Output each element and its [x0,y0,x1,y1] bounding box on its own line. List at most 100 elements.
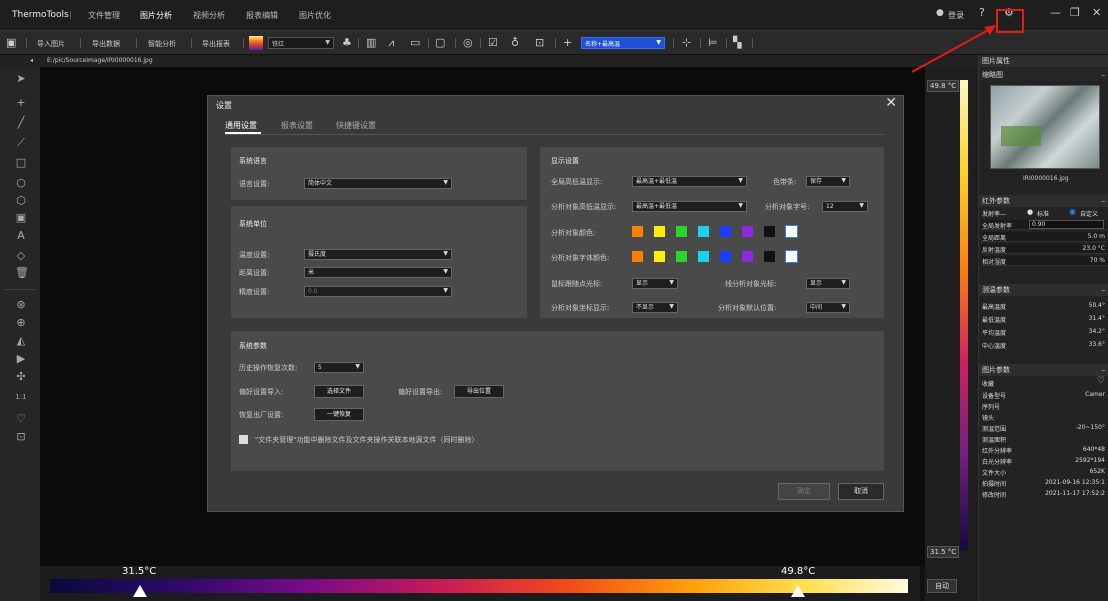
line-cursor-select[interactable]: 显示 ▼ [806,278,850,289]
tab-image-analysis[interactable]: 图片分析 [140,10,172,21]
tab-image-optimize[interactable]: 图片优化 [299,10,331,21]
help-icon[interactable]: ? [979,6,985,19]
radio-standard-icon[interactable]: ● [1027,208,1033,216]
rotate-icon[interactable]: ⊕ [15,317,27,329]
tab-file-manage[interactable]: 文件管理 [88,10,120,21]
color-swatch[interactable] [720,226,731,237]
color-swatch-selected[interactable] [785,250,798,263]
favorite-icon[interactable]: ♡ [15,413,27,425]
color-swatch[interactable] [654,251,665,262]
radio-custom-icon[interactable]: ◉ [1069,207,1076,216]
pin-icon[interactable]: ♁ [511,36,519,49]
coord-display-select[interactable]: 不显示 ▼ [632,302,678,313]
object-temp-select[interactable]: 最高温+最低温 ▼ [632,201,747,212]
color-swatch[interactable] [654,226,665,237]
cancel-button[interactable]: 取消 [838,483,884,500]
move-icon[interactable]: ✣ [15,371,27,383]
palette-select[interactable]: 铁红 ▼ [268,37,334,49]
factory-reset-button[interactable]: 一键恢复 [314,408,364,421]
save-icon[interactable]: ▣ [6,36,16,49]
target-icon[interactable]: ◎ [463,36,473,49]
restore-icon[interactable]: ❐ [1070,6,1080,19]
color-swatch[interactable] [764,251,775,262]
color-swatch[interactable] [698,226,709,237]
edit-icon[interactable]: ☑ [488,36,498,49]
radio-custom-label[interactable]: 自定义 [1080,209,1098,218]
tab-report-settings[interactable]: 报表设置 [281,120,313,131]
flip-icon[interactable]: ◭ [15,335,27,347]
crosshair-icon[interactable]: + [563,36,572,49]
user-icon[interactable]: ● [936,8,944,18]
history-count-select[interactable]: 5 ▼ [314,362,364,373]
point-tool-icon[interactable]: + [15,97,27,109]
circle-tool-icon[interactable]: ○ [15,177,27,189]
ir-row[interactable]: 全局距离 5.0 m [981,232,1107,242]
colorbar[interactable] [50,579,908,593]
close-icon[interactable]: ✕ [1092,6,1101,19]
color-swatch[interactable] [676,251,687,262]
ok-button[interactable]: 确定 [778,483,830,500]
login-link[interactable]: 登录 [948,10,964,21]
color-swatch[interactable] [632,226,643,237]
colorbar-min-handle[interactable] [133,585,147,597]
choose-file-button[interactable]: 选择文件 [314,385,364,398]
color-swatch[interactable] [764,226,775,237]
precision-select[interactable]: 0.0 ▼ [304,286,452,297]
global-temp-select[interactable]: 最高温+最低温 ▼ [632,176,747,187]
pointer-icon[interactable]: ➤ [15,73,27,85]
object-font-size-select[interactable]: 12 ▼ [822,201,868,212]
radio-standard-label[interactable]: 标准 [1037,209,1049,218]
delete-icon[interactable]: 🗑 [15,267,29,279]
color-swatch[interactable] [676,226,687,237]
color-swatch[interactable] [742,226,753,237]
polyline-tool-icon[interactable]: ⟋ [15,137,27,149]
emissivity-input[interactable]: 0.90 [1029,220,1104,229]
layers-icon[interactable]: ▚ [733,36,741,49]
thumbnail-image[interactable] [990,85,1100,169]
ir-row[interactable]: 全局发射率 0.90 [981,220,1107,230]
zoom-icon[interactable]: ⊛ [15,299,27,311]
tab-report-edit[interactable]: 报表编辑 [246,10,278,21]
monitor-icon[interactable]: ▭ [410,36,420,49]
collapse-icon[interactable]: ◂ [30,57,33,64]
export-location-button[interactable]: 导出位置 [454,385,504,398]
polygon-tool-icon[interactable]: ⬡ [15,195,27,207]
color-swatch-selected[interactable] [785,225,798,238]
dialog-close-icon[interactable]: ✕ [885,95,897,111]
label-mode-select[interactable]: 名称+最高温 ▼ [581,37,665,49]
import-image-button[interactable]: 导入图片 [37,39,65,49]
add-point-icon[interactable]: ⊹ [682,36,691,49]
screen-icon[interactable]: ⊡ [535,36,544,49]
distance-unit-select[interactable]: 米 ▼ [304,267,452,278]
temp-unit-select[interactable]: 摄氏度 ▼ [304,249,452,260]
frame-icon[interactable]: ▢ [435,36,445,49]
export-data-button[interactable]: 导出数据 [92,39,120,49]
palette-icon[interactable] [249,36,263,50]
auto-button[interactable]: 自动 [927,579,957,593]
smart-analysis-button[interactable]: 智能分析 [148,39,176,49]
pic-row[interactable]: 收藏 ♡ [981,376,1107,388]
tab-shortcut-settings[interactable]: 快捷键设置 [336,120,376,131]
delete-source-label[interactable]: "文件夹管理"功能中删除文件及文件夹操作关联本地源文件（同时删除） [255,435,478,445]
color-drop-icon[interactable]: ♣ [342,36,352,49]
delete-source-checkbox[interactable] [239,435,248,444]
colorbar-max-handle[interactable] [791,585,805,597]
vertical-colorbar[interactable] [960,80,968,550]
mirror-icon[interactable]: ▶ [15,353,27,365]
cursor-follow-select[interactable]: 显示 ▼ [632,278,678,289]
add-line-icon[interactable]: ⊨ [708,36,718,49]
rectangle-tool-icon[interactable]: □ [15,157,27,169]
text-tool-icon[interactable]: A [15,230,27,242]
ir-row[interactable]: 相对湿度 70 % [981,256,1107,266]
color-swatch[interactable] [720,251,731,262]
colorbar-select[interactable]: 保存 ▼ [806,176,850,187]
line-tool-icon[interactable]: ╱ [15,117,27,129]
color-swatch[interactable] [632,251,643,262]
color-swatch[interactable] [698,251,709,262]
export-report-button[interactable]: 导出报表 [202,39,230,49]
histogram-icon[interactable]: ▥ [366,36,376,49]
default-position-select[interactable]: 中间 ▼ [806,302,850,313]
language-select[interactable]: 简体中文 ▼ [304,178,452,189]
frame-tool-icon[interactable]: ▣ [15,212,27,224]
tab-general-settings[interactable]: 通用设置 [225,120,257,131]
